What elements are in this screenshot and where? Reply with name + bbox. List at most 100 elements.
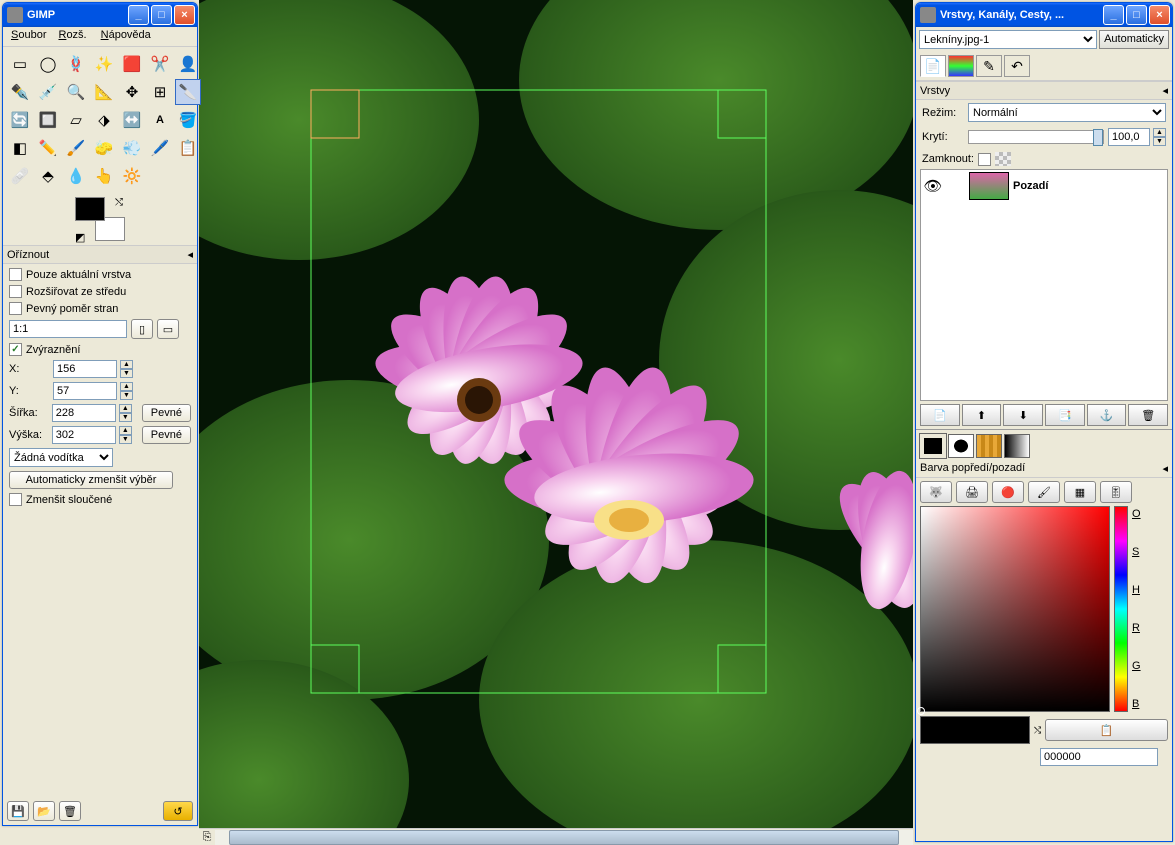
fgbg-tab[interactable]	[920, 434, 946, 458]
scale-tool[interactable]: 🔲	[35, 107, 61, 133]
layers-tab[interactable]: 📄	[920, 55, 946, 77]
minimize-button[interactable]: _	[1103, 5, 1124, 25]
undo-tab[interactable]: ↶	[1004, 55, 1030, 77]
opacity-input[interactable]	[1108, 128, 1150, 146]
gradients-tab[interactable]	[1004, 434, 1030, 458]
x-input[interactable]	[53, 360, 117, 378]
add-color-button[interactable]: 📋	[1045, 719, 1168, 741]
delete-options-icon[interactable]: 🗑	[59, 801, 81, 821]
perspective-clone-tool[interactable]: ⬘	[35, 163, 61, 189]
reset-colors-icon[interactable]: ◩	[75, 231, 85, 241]
print-picker-icon[interactable]: 🖨	[956, 481, 988, 503]
r-channel[interactable]: R	[1132, 622, 1141, 634]
menu-file[interactable]: SSouboroubor	[5, 27, 52, 46]
save-options-icon[interactable]: 💾	[7, 801, 29, 821]
eraser-tool[interactable]: 🧽	[91, 135, 117, 161]
layer-name[interactable]: Pozadí	[1013, 180, 1048, 192]
height-fixed-button[interactable]: Pevné	[142, 426, 191, 444]
move-tool[interactable]: ✥	[119, 79, 145, 105]
toolbox-titlebar[interactable]: GIMP _ □ ×	[3, 3, 197, 27]
swap-small-icon[interactable]: ⤭	[1034, 725, 1041, 736]
ink-tool[interactable]: 🖊️	[147, 135, 173, 161]
color-menu-icon[interactable]: ◂	[1162, 462, 1168, 475]
lower-layer-button[interactable]: ⬇	[1003, 404, 1043, 426]
layer-list[interactable]: 👁 Pozadí	[920, 169, 1168, 401]
heal-tool[interactable]: 🩹	[7, 163, 33, 189]
image-select[interactable]: Lekníny.jpg-1	[919, 30, 1097, 49]
opt-fixed-ratio[interactable]: Pevný poměr stran	[9, 302, 191, 315]
visibility-icon[interactable]: 👁	[923, 177, 943, 195]
lock-alpha-icon[interactable]	[995, 152, 1011, 166]
bucket-tool[interactable]: 🪣	[175, 107, 201, 133]
scales-picker-icon[interactable]: 🎚	[1100, 481, 1132, 503]
opt-shrink-merged[interactable]: Zmenšit sloučené	[9, 493, 191, 506]
h-channel[interactable]: H	[1132, 584, 1141, 596]
new-layer-button[interactable]: 📄	[920, 404, 960, 426]
brush-tool[interactable]: 🖌️	[63, 135, 89, 161]
brushes-tab[interactable]	[948, 434, 974, 458]
menu-ext[interactable]: Rozš.	[52, 27, 92, 46]
pencil-tool[interactable]: ✏️	[35, 135, 61, 161]
align-tool[interactable]: ⊞	[147, 79, 173, 105]
current-color-swatch[interactable]	[920, 716, 1030, 744]
o-channel[interactable]: O	[1132, 508, 1141, 520]
fuzzy-select-tool[interactable]: ✨	[91, 51, 117, 77]
maximize-button[interactable]: □	[1126, 5, 1147, 25]
landscape-icon[interactable]: ▭	[157, 319, 179, 339]
y-input[interactable]	[53, 382, 117, 400]
s-channel[interactable]: S	[1132, 546, 1141, 558]
fg-bg-colors[interactable]: ⤭ ◩	[75, 197, 125, 241]
patterns-tab[interactable]	[976, 434, 1002, 458]
close-button[interactable]: ×	[1149, 5, 1170, 25]
gradient-tool[interactable]: ◧	[7, 135, 33, 161]
opacity-slider[interactable]	[968, 130, 1104, 144]
menu-help[interactable]: Nápověda	[95, 27, 157, 46]
ratio-input[interactable]	[9, 320, 127, 338]
autoshrink-button[interactable]: Automaticky zmenšit výběr	[9, 471, 173, 489]
sv-picker[interactable]	[920, 506, 1110, 712]
channels-tab[interactable]	[948, 55, 974, 77]
layer-thumbnail[interactable]	[969, 172, 1009, 200]
crop-tool[interactable]: 🔪	[175, 79, 201, 105]
hue-slider[interactable]	[1114, 506, 1128, 712]
layers-menu-icon[interactable]: ◂	[1162, 84, 1168, 97]
opt-expand-center[interactable]: Rozšiřovat ze středu	[9, 285, 191, 298]
rect-select-tool[interactable]: ▭	[7, 51, 33, 77]
swap-colors-icon[interactable]: ⤭	[115, 197, 123, 208]
dodge-tool[interactable]: 🔆	[119, 163, 145, 189]
eyedropper-tool[interactable]: 💉	[35, 79, 61, 105]
clone-tool[interactable]: 📋	[175, 135, 201, 161]
perspective-tool[interactable]: ⬗	[91, 107, 117, 133]
palette-picker-icon[interactable]: ▦	[1064, 481, 1096, 503]
opt-highlight[interactable]: Zvýraznění	[9, 343, 191, 356]
minimize-button[interactable]: _	[128, 5, 149, 25]
brush-picker-icon[interactable]: 🖌	[1028, 481, 1060, 503]
g-channel[interactable]: G	[1132, 660, 1141, 672]
b-channel[interactable]: B	[1132, 698, 1141, 710]
width-input[interactable]	[52, 404, 116, 422]
ellipse-select-tool[interactable]: ◯	[35, 51, 61, 77]
dock-titlebar[interactable]: Vrstvy, Kanály, Cesty, ... _ □ ×	[916, 3, 1172, 27]
close-button[interactable]: ×	[174, 5, 195, 25]
horizontal-scrollbar[interactable]: ⎘	[199, 828, 913, 845]
opt-current-layer[interactable]: Pouze aktuální vrstva	[9, 268, 191, 281]
paths-tab[interactable]: ✎	[976, 55, 1002, 77]
shear-tool[interactable]: ▱	[63, 107, 89, 133]
layer-row[interactable]: 👁 Pozadí	[921, 170, 1167, 202]
zoom-tool[interactable]: 🔍	[63, 79, 89, 105]
fg-color[interactable]	[75, 197, 105, 221]
image-canvas[interactable]	[199, 0, 913, 828]
options-menu-icon[interactable]: ◂	[187, 248, 193, 261]
blur-tool[interactable]: 💧	[63, 163, 89, 189]
height-input[interactable]	[52, 426, 116, 444]
maximize-button[interactable]: □	[151, 5, 172, 25]
paths-tool[interactable]: ✒️	[7, 79, 33, 105]
hex-input[interactable]	[1040, 748, 1158, 766]
portrait-icon[interactable]: ▯	[131, 319, 153, 339]
lasso-tool[interactable]: 🪢	[63, 51, 89, 77]
flip-tool[interactable]: ↔️	[119, 107, 145, 133]
text-tool[interactable]: A	[147, 107, 173, 133]
foreground-tool[interactable]: 👤	[175, 51, 201, 77]
rotate-tool[interactable]: 🔄	[7, 107, 33, 133]
anchor-layer-button[interactable]: ⚓	[1087, 404, 1127, 426]
